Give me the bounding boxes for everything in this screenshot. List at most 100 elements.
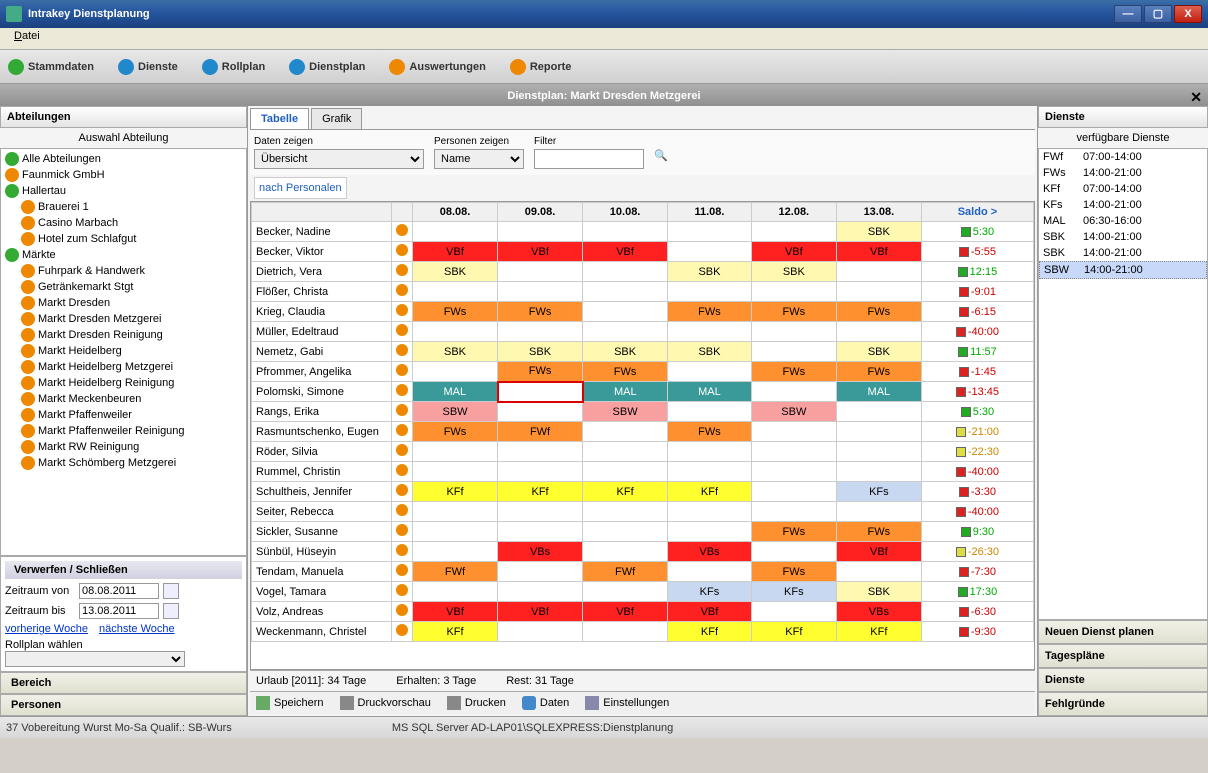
shift-cell[interactable] [751,382,836,402]
save-button[interactable]: Speichern [256,696,324,710]
table-row[interactable]: Flößer, Christa-9:01 [252,282,1034,302]
shift-cell[interactable] [413,502,498,522]
shift-cell[interactable] [668,462,752,482]
table-row[interactable]: Seiter, Rebecca-40:00 [252,502,1034,522]
table-row[interactable]: Rangs, ErikaSBWSBWSBW5:30 [252,402,1034,422]
toolbar-dienste[interactable]: Dienste [118,59,178,75]
tree-item[interactable]: Markt Pfaffenweiler Reinigung [3,423,244,439]
service-item[interactable]: KFs14:00-21:00 [1039,197,1207,213]
tree-item[interactable]: Markt Heidelberg [3,343,244,359]
tagesplane-button[interactable]: Tagespläne [1038,644,1208,668]
print-button[interactable]: Drucken [447,696,506,710]
services-list[interactable]: FWf07:00-14:00FWs14:00-21:00KFf07:00-14:… [1038,148,1208,620]
shift-cell[interactable]: VBf [751,242,836,262]
shift-cell[interactable] [498,502,583,522]
saldo-header[interactable]: Saldo > [921,203,1033,222]
department-tree[interactable]: Alle AbteilungenFaunmick GmbHHallertauBr… [0,148,247,556]
shift-cell[interactable]: SBK [668,262,752,282]
table-row[interactable]: Nemetz, GabiSBKSBKSBKSBKSBK11:57 [252,342,1034,362]
shift-cell[interactable]: SBK [751,262,836,282]
shift-cell[interactable]: KFs [668,582,752,602]
shift-cell[interactable]: FWs [836,302,921,322]
shift-cell[interactable]: SBK [498,342,583,362]
shift-cell[interactable] [583,542,668,562]
table-row[interactable]: Krieg, ClaudiaFWsFWsFWsFWsFWs-6:15 [252,302,1034,322]
shift-cell[interactable] [498,222,583,242]
shift-cell[interactable] [751,462,836,482]
shift-cell[interactable] [498,282,583,302]
shift-cell[interactable] [413,442,498,462]
shift-cell[interactable]: KFf [413,482,498,502]
service-item[interactable]: FWf07:00-14:00 [1039,149,1207,165]
filter-input[interactable] [534,149,644,169]
shift-cell[interactable] [836,502,921,522]
tree-item[interactable]: Markt Meckenbeuren [3,391,244,407]
shift-cell[interactable]: KFf [668,482,752,502]
table-row[interactable]: Sickler, SusanneFWsFWs9:30 [252,522,1034,542]
shift-cell[interactable]: SBK [836,582,921,602]
shift-cell[interactable]: FWs [751,302,836,322]
shift-cell[interactable]: VBs [836,602,921,622]
shift-cell[interactable]: SBW [583,402,668,422]
shift-cell[interactable]: VBf [836,242,921,262]
shift-cell[interactable] [668,502,752,522]
shift-cell[interactable]: FWs [498,302,583,322]
table-row[interactable]: Müller, Edeltraud-40:00 [252,322,1034,342]
shift-cell[interactable] [498,442,583,462]
shift-cell[interactable]: FWs [583,362,668,382]
shift-cell[interactable] [583,302,668,322]
shift-cell[interactable]: VBf [498,602,583,622]
maximize-button[interactable]: ▢ [1144,5,1172,23]
table-row[interactable]: Dietrich, VeraSBKSBKSBK12:15 [252,262,1034,282]
schedule-grid[interactable]: 08.08.09.08.10.08.11.08.12.08.13.08.Sald… [250,201,1035,670]
panel-close-icon[interactable]: ✕ [1190,86,1202,108]
daten-zeigen-select[interactable]: Übersicht [254,149,424,169]
shift-cell[interactable]: FWs [413,422,498,442]
date-from-input[interactable] [79,583,159,599]
service-item[interactable]: FWs14:00-21:00 [1039,165,1207,181]
tree-item[interactable]: Markt Schömberg Metzgerei [3,455,244,471]
table-row[interactable]: Pfrommer, AngelikaFWsFWsFWsFWs-1:45 [252,362,1034,382]
shift-cell[interactable]: KFf [583,482,668,502]
shift-cell[interactable]: MAL [836,382,921,402]
shift-cell[interactable]: SBK [668,342,752,362]
shift-cell[interactable] [583,322,668,342]
shift-cell[interactable] [413,462,498,482]
tab-grafik[interactable]: Grafik [311,108,362,129]
shift-cell[interactable] [836,282,921,302]
shift-cell[interactable]: MAL [668,382,752,402]
shift-cell[interactable]: VBf [668,602,752,622]
shift-cell[interactable] [668,242,752,262]
date-to-input[interactable] [79,603,159,619]
tree-item[interactable]: Fuhrpark & Handwerk [3,263,244,279]
tree-item[interactable]: Markt Heidelberg Reinigung [3,375,244,391]
shift-cell[interactable] [583,522,668,542]
shift-cell[interactable] [498,582,583,602]
shift-cell[interactable] [836,562,921,582]
shift-cell[interactable] [751,502,836,522]
shift-cell[interactable]: SBW [751,402,836,422]
shift-cell[interactable]: KFf [751,622,836,642]
shift-cell[interactable]: FWs [751,562,836,582]
shift-cell[interactable]: FWf [583,562,668,582]
shift-cell[interactable] [413,222,498,242]
menu-file[interactable]: DDateiatei [6,28,48,44]
table-row[interactable]: Becker, NadineSBK5:30 [252,222,1034,242]
shift-cell[interactable] [413,522,498,542]
table-row[interactable]: Röder, Silvia-22:30 [252,442,1034,462]
shift-cell[interactable]: FWs [836,522,921,542]
shift-cell[interactable]: SBK [583,342,668,362]
shift-cell[interactable] [498,322,583,342]
shift-cell[interactable] [498,262,583,282]
shift-cell[interactable] [583,262,668,282]
search-icon[interactable]: 🔍 [654,149,674,169]
shift-cell[interactable] [668,522,752,542]
toolbar-stammdaten[interactable]: Stammdaten [8,59,94,75]
shift-cell[interactable]: FWs [836,362,921,382]
shift-cell[interactable]: FWs [668,422,752,442]
tree-item[interactable]: Faunmick GmbH [3,167,244,183]
shift-cell[interactable]: FWf [498,422,583,442]
shift-cell[interactable] [413,582,498,602]
table-row[interactable]: Schultheis, JenniferKFfKFfKFfKFfKFs-3:30 [252,482,1034,502]
calendar-to-icon[interactable] [163,603,179,619]
